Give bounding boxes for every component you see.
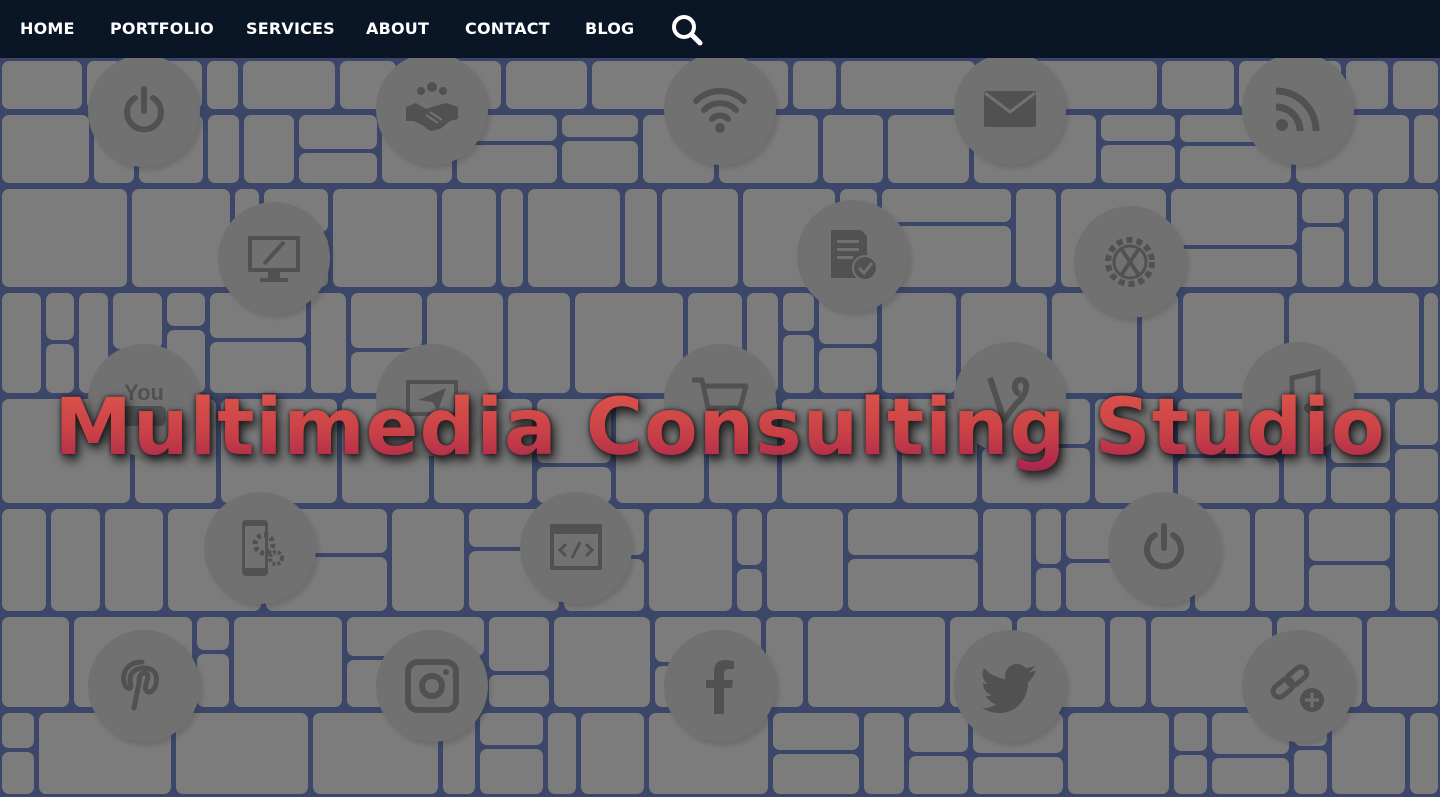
nav-home-link[interactable]: HOME [20, 19, 75, 39]
hero-section: You Multimedia Consulting Studio [0, 58, 1440, 797]
certificate-icon [797, 200, 909, 312]
monitor-design-icon [218, 202, 330, 314]
search-icon[interactable] [670, 13, 704, 47]
gear-tools-icon [1074, 206, 1186, 318]
rss-icon [1242, 58, 1354, 165]
nav-services-link[interactable]: SERVICES [246, 19, 335, 39]
wifi-icon [664, 58, 776, 165]
instagram-icon [376, 630, 488, 742]
handshake-money-icon [376, 58, 488, 165]
code-window-icon [520, 492, 632, 604]
nav-blog-link[interactable]: BLOG [585, 19, 634, 39]
pinterest-icon [88, 630, 200, 742]
facebook-icon [664, 630, 776, 742]
nav-about-link[interactable]: ABOUT [366, 19, 429, 39]
power-icon [1108, 492, 1220, 604]
nav-contact-link[interactable]: CONTACT [465, 19, 550, 39]
hero-title: Multimedia Consulting Studio [0, 380, 1440, 476]
link-add-icon [1242, 630, 1354, 742]
twitter-icon [954, 630, 1066, 742]
nav-portfolio-link[interactable]: PORTFOLIO [110, 19, 214, 39]
power-icon [88, 58, 200, 167]
envelope-icon [954, 58, 1066, 165]
top-navbar: HOME PORTFOLIO SERVICES ABOUT CONTACT BL… [0, 0, 1440, 58]
mobile-settings-icon [204, 492, 316, 604]
